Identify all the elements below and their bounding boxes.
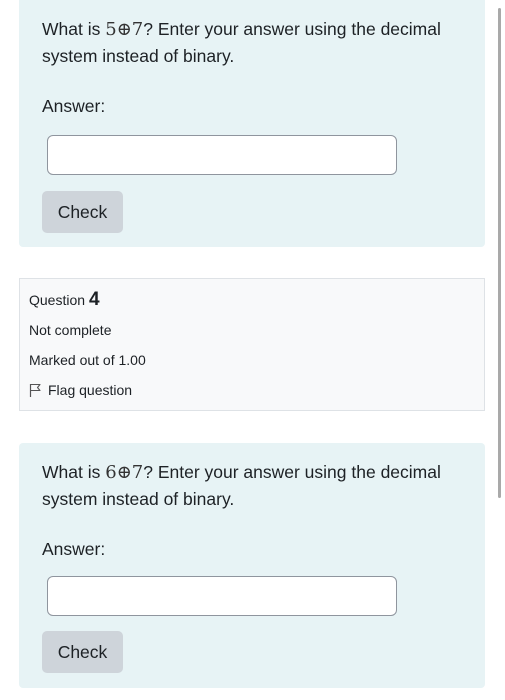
question-state: Not complete <box>29 322 112 338</box>
question-label: Question <box>29 292 86 308</box>
question-grade: Marked out of 1.00 <box>29 352 146 368</box>
question-text-part: What is <box>42 462 106 482</box>
answer-input[interactable] <box>47 576 397 616</box>
question-number: Question 4 <box>29 289 100 311</box>
answer-label: Answer: <box>42 539 106 559</box>
question-4-info: Question 4 Not complete Marked out of 1.… <box>19 278 485 411</box>
answer-input[interactable] <box>47 135 397 175</box>
question-4-text: What is 6⊕7? Enter your answer using the… <box>42 459 465 512</box>
flag-question-label: Flag question <box>48 382 133 398</box>
question-number-value: 4 <box>88 289 100 310</box>
question-text-part: What is <box>42 19 106 39</box>
check-button[interactable]: Check <box>42 631 123 673</box>
math-expression: 5⊕7 <box>105 19 144 40</box>
question-3-formulation: What is 5⊕7? Enter your answer using the… <box>19 0 485 247</box>
flag-question-link[interactable]: Flag question <box>29 382 132 398</box>
check-button[interactable]: Check <box>42 191 123 233</box>
question-4-formulation: What is 6⊕7? Enter your answer using the… <box>19 443 485 688</box>
math-expression: 6⊕7 <box>105 462 144 483</box>
question-3-text: What is 5⊕7? Enter your answer using the… <box>42 16 465 69</box>
flag-icon <box>29 383 41 397</box>
scrollbar[interactable] <box>498 8 501 498</box>
answer-label: Answer: <box>42 96 106 116</box>
